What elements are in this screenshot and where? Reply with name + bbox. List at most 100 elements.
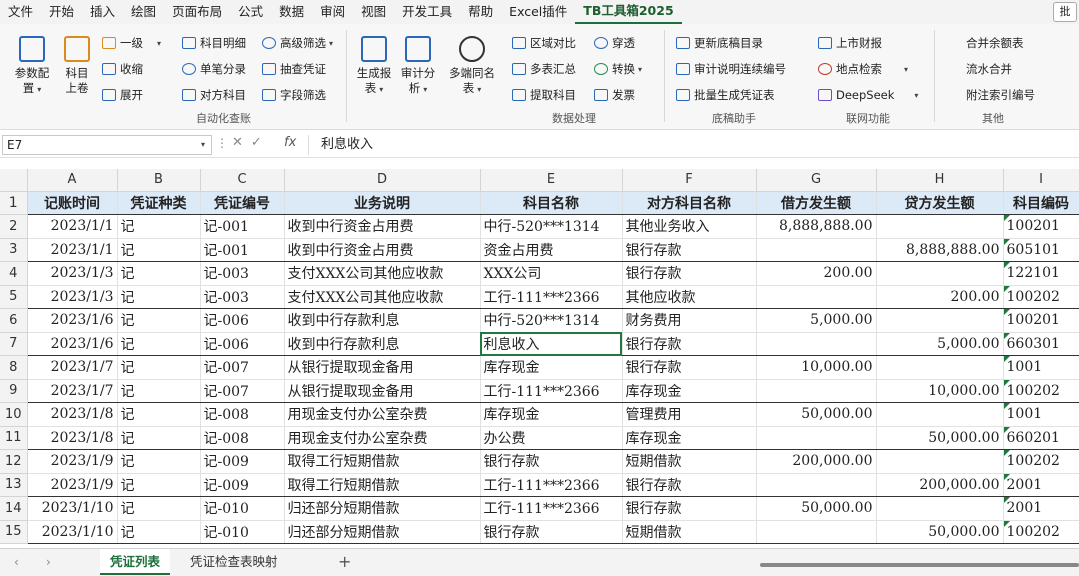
cell[interactable]: 中行-520***1314	[480, 214, 623, 239]
cell[interactable]: 100201	[1003, 308, 1079, 333]
cell[interactable]: 记	[117, 402, 201, 427]
row-header[interactable]: 2	[0, 214, 28, 239]
cell[interactable]: 记	[117, 496, 201, 521]
cell[interactable]: 5,000.00	[756, 308, 877, 333]
counter-account-button[interactable]: 对方科目	[182, 86, 246, 104]
cell[interactable]: 2023/1/3	[27, 285, 118, 309]
expand-button[interactable]: 展开	[102, 86, 143, 104]
cell[interactable]: 605101	[1003, 238, 1079, 262]
cell[interactable]: 收到中行资金占用费	[284, 214, 481, 239]
cell[interactable]: 记-003	[200, 285, 285, 309]
row-header[interactable]: 6	[0, 308, 28, 333]
cell[interactable]: 8,888,888.00	[756, 214, 877, 239]
header-cell[interactable]: 业务说明	[284, 191, 481, 215]
cell[interactable]	[876, 261, 1004, 286]
cell[interactable]: 记	[117, 520, 201, 544]
cell[interactable]: 记	[117, 355, 201, 380]
row-header[interactable]: 10	[0, 402, 28, 427]
cell[interactable]: 归还部分短期借款	[284, 496, 481, 521]
cell[interactable]: 用现金支付办公室杂费	[284, 402, 481, 427]
audit-analysis-button[interactable]: 审计分析 ▾	[398, 36, 438, 97]
cell[interactable]: 记	[117, 379, 201, 403]
cell[interactable]: 2023/1/9	[27, 473, 118, 497]
collapse-button[interactable]: 收缩	[102, 60, 143, 78]
cell[interactable]: 记-007	[200, 379, 285, 403]
cell[interactable]	[876, 308, 1004, 333]
single-entry-button[interactable]: 单笔分录	[182, 60, 246, 78]
convert-button[interactable]: 转换 ▾	[594, 60, 642, 78]
menu-excel-plugin[interactable]: Excel插件	[501, 0, 575, 24]
column-header[interactable]: I	[1003, 169, 1079, 192]
cell[interactable]: 银行存款	[480, 520, 623, 544]
cell[interactable]: 记-009	[200, 449, 285, 474]
cell[interactable]: 记	[117, 426, 201, 450]
update-workpaper-index-button[interactable]: 更新底稿目录	[676, 34, 763, 52]
cell[interactable]: 2023/1/8	[27, 402, 118, 427]
cell[interactable]: 8,888,888.00	[876, 238, 1004, 262]
cell[interactable]: XXX公司	[480, 261, 623, 286]
row-header[interactable]: 5	[0, 285, 28, 309]
cell[interactable]: 记-008	[200, 426, 285, 450]
account-rollup-button[interactable]: 科目上卷	[60, 36, 94, 96]
cell[interactable]: 利息收入	[480, 332, 623, 356]
header-cell[interactable]: 借方发生额	[756, 191, 877, 215]
cell[interactable]: 100202	[1003, 520, 1079, 544]
account-detail-button[interactable]: 科目明细	[182, 34, 246, 52]
cell[interactable]: 银行存款	[622, 261, 757, 286]
cell[interactable]: 库存现金	[622, 379, 757, 403]
cell[interactable]	[756, 426, 877, 450]
cell[interactable]: 工行-111***2366	[480, 379, 623, 403]
cell[interactable]	[756, 285, 877, 309]
invoice-button[interactable]: 发票	[594, 86, 635, 104]
cell[interactable]: 银行存款	[622, 332, 757, 356]
cell[interactable]: 收到中行资金占用费	[284, 238, 481, 262]
header-cell[interactable]: 对方科目名称	[622, 191, 757, 215]
cell[interactable]: 记	[117, 261, 201, 286]
column-header[interactable]: A	[27, 169, 118, 192]
cell[interactable]: 记	[117, 214, 201, 239]
column-header[interactable]: E	[480, 169, 623, 192]
cell[interactable]	[756, 332, 877, 356]
merge-statements-button[interactable]: 流水合并	[966, 60, 1012, 78]
cell[interactable]: 取得工行短期借款	[284, 473, 481, 497]
row-header[interactable]: 7	[0, 332, 28, 356]
cell[interactable]	[756, 520, 877, 544]
cell[interactable]: 中行-520***1314	[480, 308, 623, 333]
cell[interactable]: 支付XXX公司其他应收款	[284, 285, 481, 309]
multi-table-summary-button[interactable]: 多表汇总	[512, 60, 576, 78]
column-header[interactable]: F	[622, 169, 757, 192]
cell[interactable]: 记-006	[200, 332, 285, 356]
row-header[interactable]: 13	[0, 473, 28, 497]
cell[interactable]: 库存现金	[480, 402, 623, 427]
cell[interactable]: 记-008	[200, 402, 285, 427]
cell[interactable]: 2023/1/7	[27, 355, 118, 380]
menu-data[interactable]: 数据	[271, 0, 312, 24]
cell[interactable]: 银行存款	[480, 449, 623, 474]
cell[interactable]: 工行-111***2366	[480, 285, 623, 309]
cell[interactable]	[756, 379, 877, 403]
advanced-filter-button[interactable]: 高级筛选 ▾	[262, 34, 333, 52]
cell[interactable]: 2023/1/10	[27, 520, 118, 544]
cell[interactable]: 记	[117, 449, 201, 474]
menu-help[interactable]: 帮助	[460, 0, 501, 24]
column-header[interactable]: B	[117, 169, 201, 192]
cell[interactable]: 银行存款	[622, 355, 757, 380]
cell[interactable]	[876, 214, 1004, 239]
prev-sheet-icon[interactable]: ‹	[14, 555, 19, 569]
cell[interactable]: 支付XXX公司其他应收款	[284, 261, 481, 286]
cell[interactable]: 银行存款	[622, 238, 757, 262]
cell[interactable]: 200,000.00	[756, 449, 877, 474]
row-header[interactable]: 11	[0, 426, 28, 450]
cell[interactable]: 2023/1/3	[27, 261, 118, 286]
menu-formulas[interactable]: 公式	[230, 0, 271, 24]
field-filter-button[interactable]: 字段筛选	[262, 86, 326, 104]
cell[interactable]: 记-010	[200, 496, 285, 521]
fx-icon[interactable]: fx	[284, 135, 296, 150]
cell[interactable]: 2001	[1003, 496, 1079, 521]
header-cell[interactable]: 凭证种类	[117, 191, 201, 215]
menu-overflow-button[interactable]: 批	[1053, 2, 1077, 22]
level-one-button[interactable]: 一级 ▾	[102, 34, 161, 52]
cell[interactable]: 10,000.00	[756, 355, 877, 380]
cell[interactable]: 200,000.00	[876, 473, 1004, 497]
cell[interactable]: 记-010	[200, 520, 285, 544]
